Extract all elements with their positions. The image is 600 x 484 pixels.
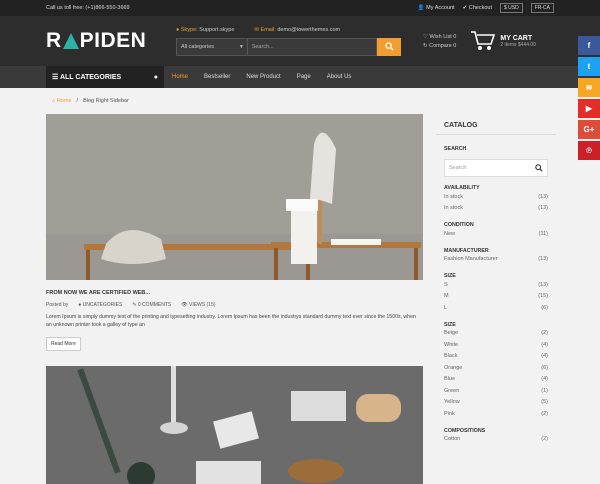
nav-home[interactable]: Home [164,66,196,88]
sidebar-search-input[interactable]: Search [444,159,548,177]
search-input[interactable]: Search... [247,37,378,56]
site-header: R PIDEN ● Skype: Support.skype ✉ Email: d… [0,16,600,66]
size-option[interactable]: S (13) [436,279,556,291]
search-button[interactable] [377,37,402,56]
nav-page[interactable]: Page [289,66,319,88]
google-plus-icon[interactable]: G+ [578,120,600,139]
category-select[interactable]: All categories ▾ [176,37,248,56]
search-icon [535,164,543,172]
size-option[interactable]: L (6) [436,302,556,314]
read-more-button[interactable]: Read More [46,337,81,351]
post-meta: Posted by ● UNCATEGORIES ✎ 0 COMMENTS 👁 … [46,302,216,308]
color-option[interactable]: Pink (2) [436,408,556,420]
breadcrumb-home[interactable]: ⌂ Home [52,98,72,104]
nav-new-product[interactable]: New Product [238,66,288,88]
size-option[interactable]: M (15) [436,291,556,303]
color-option[interactable]: Blue (4) [436,374,556,386]
color-option[interactable]: White (4) [436,339,556,351]
email-contact: ✉ Email: demo@towerthemes.com [254,26,341,33]
social-bar: f t ≋ ▶ G+ ℗ [578,36,600,160]
breadcrumb: ⌂ Home / Blog Right Sidebar [52,98,129,104]
blog-main: FROM NOW WE ARE CERTIFIED WEB... Posted … [46,114,423,484]
facebook-icon[interactable]: f [578,36,600,55]
condition-option[interactable]: New (11) [436,228,556,240]
search-bar: All categories ▾ Search... [176,37,402,56]
currency-select[interactable]: $ USD [499,3,523,13]
sidebar: CATALOG SEARCH Search AVAILABILITY In st… [436,114,556,445]
post-image[interactable] [46,114,423,280]
color-option[interactable]: Yellow (5) [436,397,556,409]
chevron-down-icon: ▾ [239,43,243,50]
comments-link[interactable]: ✎ 0 COMMENTS [132,302,171,308]
skype-contact: ● Skype: Support.skype [176,26,235,33]
wishlist-link[interactable]: ♡ Wish List 0 [423,34,456,40]
phone-text: Call us toll free: (+1)866-550-3669 [46,5,130,11]
main-nav: ☰ ALL CATEGORIES ● Home Bestseller New Pr… [0,66,600,88]
language-select[interactable]: FR-CA [530,3,554,13]
nav-about-us[interactable]: About Us [319,66,360,88]
composition-option[interactable]: Cotton (2) [436,434,556,446]
post-image-2[interactable] [46,366,423,484]
logo[interactable]: R PIDEN [46,29,176,53]
catalog-title: CATALOG [436,114,556,135]
search-heading: SEARCH [444,146,467,152]
search-icon [384,42,394,51]
color-option[interactable]: Orange (6) [436,362,556,374]
color-option[interactable]: Beige (2) [436,328,556,340]
color-option[interactable]: Green (1) [436,385,556,397]
top-bar: Call us toll free: (+1)866-550-3669 👤 My… [0,0,600,16]
views-count: 👁 VIEWS (15) [181,302,216,308]
logo-triangle-icon [62,33,79,49]
chevron-icon: ● [153,73,158,81]
breadcrumb-current: Blog Right Sidebar [83,98,129,104]
rss-icon[interactable]: ≋ [578,78,600,97]
pinterest-icon[interactable]: ℗ [578,141,600,160]
availability-option[interactable]: In stock (13) [436,203,556,215]
cart-button[interactable]: MY CART 2 items $444.00 [470,30,536,52]
twitter-icon[interactable]: t [578,57,600,76]
youtube-icon[interactable]: ▶ [578,99,600,118]
category-link[interactable]: ● UNCATEGORIES [78,302,122,308]
compare-link[interactable]: ↻ Compare 0 [423,43,456,49]
all-categories-button[interactable]: ☰ ALL CATEGORIES ● [46,66,164,88]
availability-option[interactable]: In stock (13) [436,191,556,203]
manufacturer-option[interactable]: Fashion Manufacturer (13) [436,254,556,266]
color-option[interactable]: Black (4) [436,351,556,363]
checkout-link[interactable]: ✔ Checkout [463,5,492,11]
nav-bestseller[interactable]: Bestseller [196,66,238,88]
post-title[interactable]: FROM NOW WE ARE CERTIFIED WEB... [46,290,423,296]
cart-icon [471,31,496,50]
my-account-link[interactable]: 👤 My Account [418,5,455,11]
post-excerpt: Lorem Ipsum is simply dummy text of the … [46,314,416,328]
